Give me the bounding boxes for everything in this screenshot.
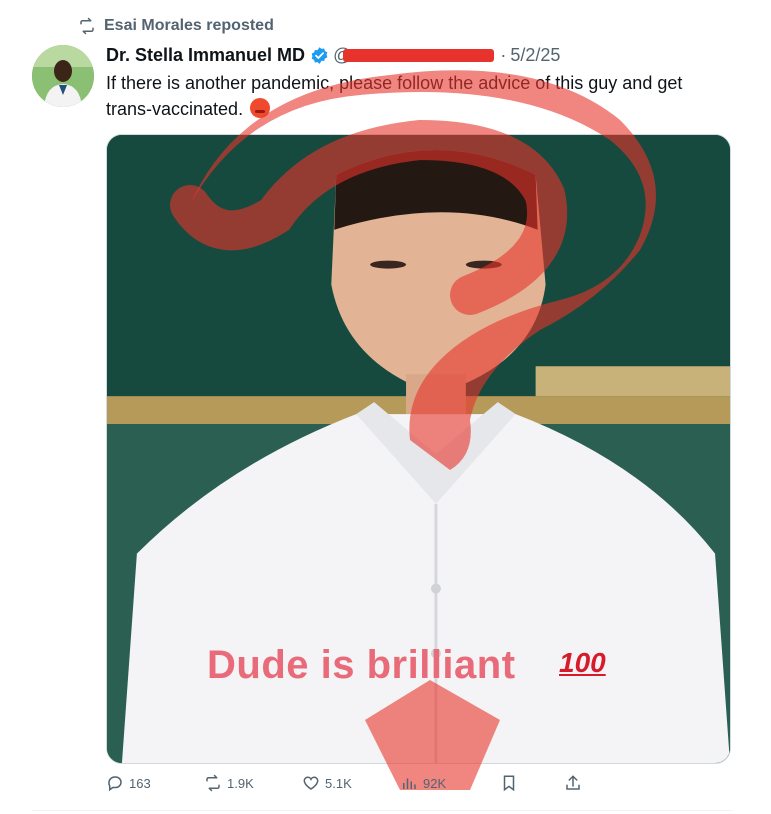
tweet-video[interactable]: Dude is brilliant 100 xyxy=(106,134,731,764)
tweet-text: If there is another pandemic, please fol… xyxy=(106,73,683,119)
redaction-scribble xyxy=(343,48,495,62)
date-separator: · xyxy=(500,44,507,65)
like-button[interactable]: 5.1K xyxy=(302,774,352,792)
author-handle[interactable]: @ xyxy=(333,45,496,66)
action-bar: 163 1.9K 5.1K 92K xyxy=(106,774,586,796)
bar-chart-icon xyxy=(403,778,416,789)
verified-badge-icon xyxy=(311,46,328,64)
repost-label: Esai Morales reposted xyxy=(104,17,274,34)
like-count: 5.1K xyxy=(325,775,352,791)
tweet-date[interactable]: 5/2/25 xyxy=(510,45,560,66)
author-name[interactable]: Dr. Stella Immanuel MD xyxy=(106,45,305,66)
reply-icon xyxy=(108,776,122,792)
view-count: 92K xyxy=(423,775,447,791)
reply-count: 163 xyxy=(129,775,151,791)
avatar[interactable] xyxy=(32,45,94,107)
views-button[interactable]: 92K xyxy=(400,774,446,792)
share-button[interactable] xyxy=(564,774,582,792)
repost-count: 1.9K xyxy=(227,775,254,791)
hundred-points-emoji: 100 xyxy=(559,647,606,678)
repost-icon xyxy=(80,17,94,35)
bookmark-button[interactable] xyxy=(500,774,518,792)
repost-button[interactable]: 1.9K xyxy=(204,774,254,792)
share-icon xyxy=(566,775,580,790)
video-caption: Dude is brilliant xyxy=(207,643,516,687)
avatar-image xyxy=(32,45,94,107)
repost-indicator[interactable]: Esai Morales reposted xyxy=(78,15,274,37)
bookmark-icon xyxy=(503,775,515,792)
tweet-header: Dr. Stella Immanuel MD @ · 5/2/25 xyxy=(106,42,560,68)
reply-button[interactable]: 163 xyxy=(106,774,151,792)
face-emoji-icon xyxy=(250,98,271,118)
tweet-divider xyxy=(32,810,732,811)
heart-icon xyxy=(303,776,319,790)
repost-icon xyxy=(206,774,220,792)
